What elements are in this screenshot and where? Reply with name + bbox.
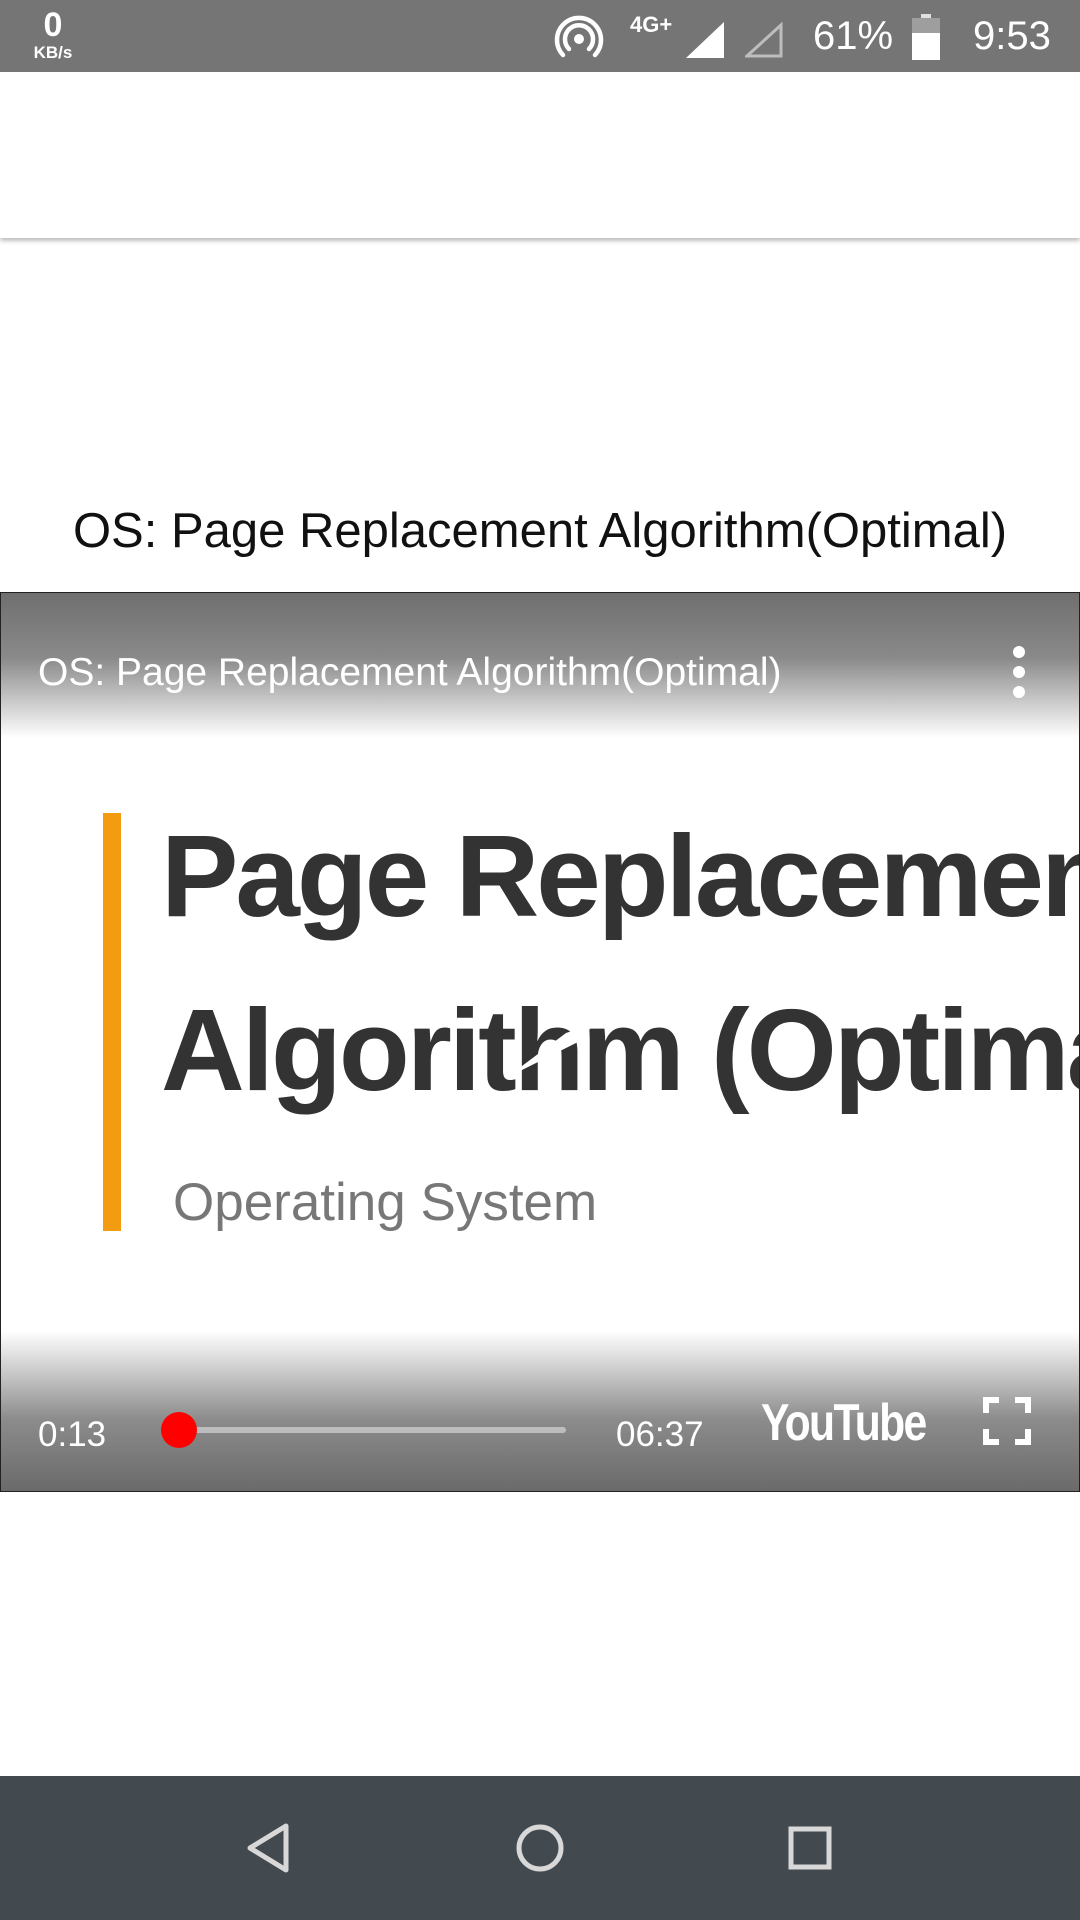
page-title: OS: Page Replacement Algorithm(Optimal) <box>72 504 1008 558</box>
recents-icon[interactable] <box>778 1816 842 1880</box>
video-player[interactable]: Page Replacement Algorithm (Optimal) Ope… <box>0 592 1080 1492</box>
clock: 9:53 <box>973 14 1051 58</box>
slide-subtitle: Operating System <box>173 1173 598 1232</box>
signal-icon <box>686 22 724 58</box>
more-dot-icon <box>1013 666 1025 678</box>
fullscreen-icon[interactable] <box>983 1397 1031 1445</box>
battery-percent: 61% <box>813 14 894 58</box>
more-dot-icon <box>1013 646 1025 658</box>
home-icon[interactable] <box>508 1816 572 1880</box>
total-time: 06:37 <box>616 1415 704 1454</box>
status-bar: 0 KB/s 4G+ 61% 9:53 <box>0 0 1080 72</box>
more-dot-icon <box>1013 686 1025 698</box>
progress-track[interactable] <box>179 1427 566 1433</box>
hotspot-icon <box>554 15 604 58</box>
slide-heading-line2: Algorithm (Optimal) <box>161 985 1079 1115</box>
network-type: 4G+ <box>630 12 673 37</box>
current-time: 0:13 <box>38 1415 107 1454</box>
slide-heading-line1: Page Replacement <box>161 811 1080 941</box>
battery-icon <box>912 14 940 60</box>
slide-accent-bar <box>103 813 121 1231</box>
network-speed: 0 KB/s <box>26 8 80 61</box>
back-icon[interactable] <box>238 1816 302 1880</box>
navigation-bar <box>0 1776 1080 1920</box>
loading-spinner-icon <box>506 1023 596 1078</box>
youtube-logo[interactable]: YouTube <box>761 1393 927 1453</box>
app-bar <box>0 72 1080 238</box>
signal-empty-icon <box>745 22 783 58</box>
network-speed-value: 0 <box>43 6 63 44</box>
more-options-button[interactable] <box>1003 646 1035 706</box>
network-speed-unit: KB/s <box>33 43 73 62</box>
video-title[interactable]: OS: Page Replacement Algorithm(Optimal) <box>38 651 781 695</box>
progress-scrubber[interactable] <box>161 1412 197 1448</box>
